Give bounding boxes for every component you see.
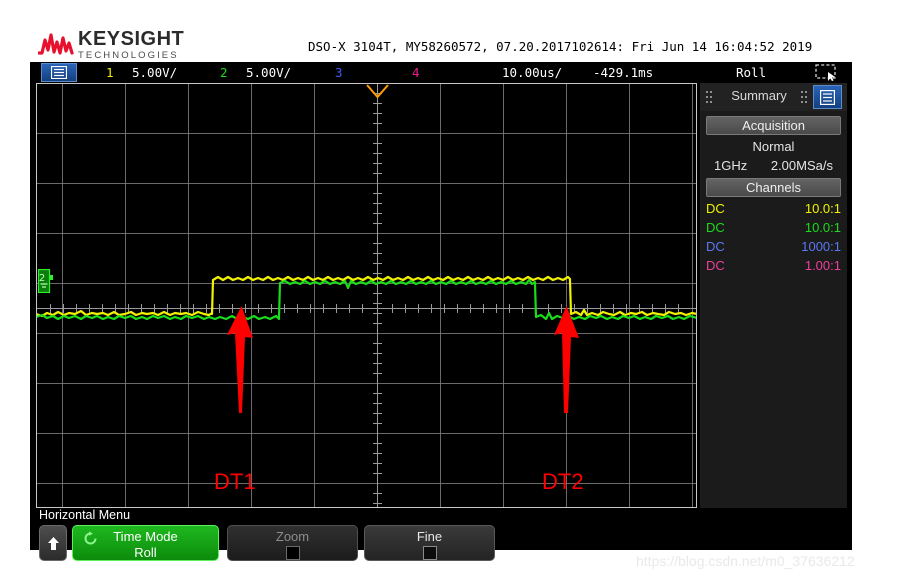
- softkey-fine[interactable]: Fine: [364, 525, 495, 561]
- toolbar-channel-1-scale[interactable]: 5.00V/: [132, 65, 177, 80]
- channel-2-coupling: DC: [706, 220, 725, 235]
- acquisition-heading[interactable]: Acquisition: [706, 116, 841, 135]
- toolbar-channel-1-number[interactable]: 1: [106, 65, 114, 80]
- ground-reference-marker-icon[interactable]: 2: [38, 269, 53, 293]
- svg-text:2: 2: [39, 273, 45, 284]
- zoom-checkbox-unchecked-icon[interactable]: [285, 546, 300, 560]
- menu-lines-icon: [820, 89, 835, 105]
- axis-tick-marks: [50, 93, 679, 504]
- channels-heading[interactable]: Channels: [706, 178, 841, 197]
- toolbar-time-per-division[interactable]: 10.00us/: [502, 65, 562, 80]
- arrow-up-icon: [47, 536, 59, 550]
- brand-header: KEYSIGHT TECHNOLOGIES DSO-X 3104T, MY582…: [30, 25, 852, 62]
- dt1-annotation-label: DT1: [214, 469, 256, 494]
- main-menu-button[interactable]: [41, 63, 77, 82]
- dt2-annotation-label: DT2: [542, 469, 584, 494]
- toolbar-channel-4-number[interactable]: 4: [412, 65, 420, 80]
- recycle-knob-icon: [84, 531, 97, 545]
- acquisition-mode-value: Normal: [752, 139, 795, 154]
- keysight-wave-logo-icon: [38, 33, 74, 55]
- channel-summary-row-4[interactable]: DC 1.00:1: [700, 258, 847, 273]
- channel-2-probe-ratio: 10.0:1: [804, 220, 841, 235]
- brand-wordmark: KEYSIGHT TECHNOLOGIES: [78, 29, 184, 61]
- settings-toolbar: 1 5.00V/ 2 5.00V/ 3 4 10.00us/ -429.1ms …: [30, 62, 852, 83]
- softkey-fine-label: Fine: [416, 529, 443, 544]
- toolbar-channel-3-number[interactable]: 3: [335, 65, 343, 80]
- summary-panel-menu-button[interactable]: [813, 85, 842, 109]
- softkey-time-mode[interactable]: Time Mode Roll: [72, 525, 219, 561]
- channel-summary-row-1[interactable]: DC 10.0:1: [700, 201, 847, 216]
- drag-handle-icon-left[interactable]: [706, 91, 712, 103]
- toolbar-time-delay[interactable]: -429.1ms: [593, 65, 653, 80]
- menu-lines-icon: [51, 66, 67, 79]
- brand-name: KEYSIGHT: [78, 28, 185, 50]
- oscilloscope-screen: KEYSIGHT TECHNOLOGIES DSO-X 3104T, MY582…: [30, 25, 852, 561]
- summary-panel-title: Summary: [731, 88, 787, 103]
- channel-3-coupling: DC: [706, 239, 725, 254]
- menu-back-button[interactable]: [39, 525, 67, 561]
- dt2-arrow-icon: [554, 306, 579, 413]
- channel-3-probe-ratio: 1000:1: [801, 239, 841, 254]
- drag-handle-icon-right[interactable]: [801, 91, 807, 103]
- channel-4-coupling: DC: [706, 258, 725, 273]
- softkey-zoom-label: Zoom: [275, 529, 310, 544]
- selection-cursor-icon[interactable]: [815, 64, 839, 81]
- channel-4-probe-ratio: 1.00:1: [804, 258, 841, 273]
- softkey-time-mode-value: Roll: [134, 545, 157, 560]
- waveform-plot[interactable]: 2 DT1 DT2: [36, 83, 697, 508]
- watermark-text: https://blog.csdn.net/m0_37636212: [636, 553, 855, 569]
- brand-tagline: TECHNOLOGIES: [78, 50, 179, 61]
- toolbar-acquisition-mode[interactable]: Roll: [736, 65, 766, 80]
- channel-2-waveform: [36, 278, 697, 321]
- channel-summary-row-2[interactable]: DC 10.0:1: [700, 220, 847, 235]
- softkey-zoom[interactable]: Zoom: [227, 525, 358, 561]
- center-axes: [36, 83, 697, 508]
- waveform-canvas: [36, 83, 697, 508]
- soft-menu-title: Horizontal Menu: [39, 508, 131, 522]
- bandwidth-value: 1GHz: [714, 158, 748, 173]
- channel-1-coupling: DC: [706, 201, 725, 216]
- summary-panel-header: Summary: [700, 83, 847, 111]
- screenshot-root: KEYSIGHT TECHNOLOGIES DSO-X 3104T, MY582…: [0, 0, 900, 580]
- toolbar-channel-2-scale[interactable]: 5.00V/: [246, 65, 291, 80]
- channel-1-probe-ratio: 10.0:1: [804, 201, 841, 216]
- instrument-id-line: DSO-X 3104T, MY58260572, 07.20.201710261…: [308, 39, 813, 54]
- soft-key-menu: Horizontal Menu Time Mode Roll Zoom Fine: [36, 508, 846, 561]
- waveform-display-area: 2 DT1 DT2 Summary Acquisition Normal 1GH…: [36, 83, 847, 508]
- dt1-arrow-icon: [227, 306, 253, 413]
- acquisition-rate-row: 1GHz 2.00MSa/s: [700, 158, 847, 173]
- toolbar-channel-2-number[interactable]: 2: [220, 65, 228, 80]
- sample-rate-value: 2.00MSa/s: [770, 158, 833, 173]
- channel-summary-row-3[interactable]: DC 1000:1: [700, 239, 847, 254]
- fine-checkbox-unchecked-icon[interactable]: [422, 546, 437, 560]
- summary-side-panel: Summary Acquisition Normal 1GHz 2.00MSa/…: [699, 83, 847, 508]
